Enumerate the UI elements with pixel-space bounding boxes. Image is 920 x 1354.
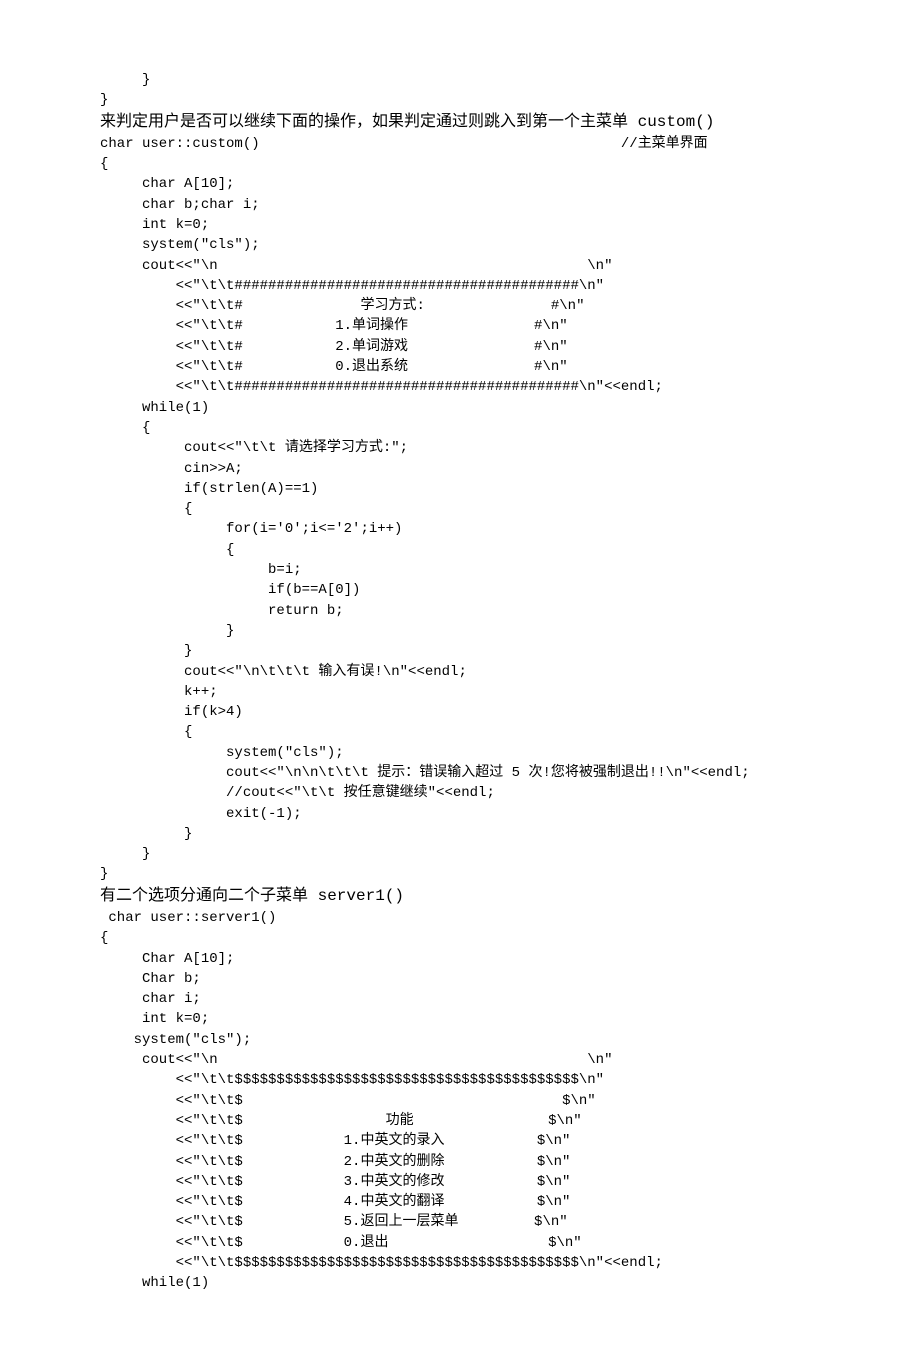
code-line: }	[100, 90, 820, 110]
code-line: <<"\t\t#################################…	[100, 276, 820, 296]
code-line: for(i='0';i<='2';i++)	[100, 519, 820, 539]
code-line: if(k>4)	[100, 702, 820, 722]
code-line: {	[100, 722, 820, 742]
code-line: {	[100, 928, 820, 948]
code-line: {	[100, 418, 820, 438]
code-line: {	[100, 499, 820, 519]
code-line: k++;	[100, 682, 820, 702]
code-line: cout<<"\n \n"	[100, 256, 820, 276]
code-line: char user::custom() //主菜单界面	[100, 134, 820, 154]
code-line: while(1)	[100, 398, 820, 418]
code-line: Char A[10];	[100, 949, 820, 969]
code-line: return b;	[100, 601, 820, 621]
code-line: }	[100, 864, 820, 884]
code-line: exit(-1);	[100, 804, 820, 824]
code-line: system("cls");	[100, 1030, 820, 1050]
code-line: //cout<<"\t\t 按任意键继续"<<endl;	[100, 783, 820, 803]
code-line: int k=0;	[100, 1009, 820, 1029]
code-line: }	[100, 824, 820, 844]
code-line: cout<<"\t\t 请选择学习方式:";	[100, 438, 820, 458]
code-line: <<"\t\t# 0.退出系统 #\n"	[100, 357, 820, 377]
code-line: Char b;	[100, 969, 820, 989]
code-line: char user::server1()	[100, 908, 820, 928]
section-heading: 有二个选项分通向二个子菜单 server1()	[100, 885, 820, 908]
code-line: <<"\t\t$$$$$$$$$$$$$$$$$$$$$$$$$$$$$$$$$…	[100, 1070, 820, 1090]
code-line: <<"\t\t# 1.单词操作 #\n"	[100, 316, 820, 336]
code-line: <<"\t\t$ 4.中英文的翻译 $\n"	[100, 1192, 820, 1212]
code-line: system("cls");	[100, 743, 820, 763]
code-line: if(strlen(A)==1)	[100, 479, 820, 499]
code-line: cin>>A;	[100, 459, 820, 479]
code-line: system("cls");	[100, 235, 820, 255]
code-line: <<"\t\t$ 5.返回上一层菜单 $\n"	[100, 1212, 820, 1232]
code-line: }	[100, 621, 820, 641]
code-line: int k=0;	[100, 215, 820, 235]
code-line: if(b==A[0])	[100, 580, 820, 600]
code-line: {	[100, 154, 820, 174]
code-line: <<"\t\t$ 2.中英文的删除 $\n"	[100, 1152, 820, 1172]
code-line: while(1)	[100, 1273, 820, 1293]
code-line: cout<<"\n\n\t\t\t 提示：错误输入超过 5 次!您将被强制退出!…	[100, 763, 820, 783]
code-line: <<"\t\t$ 1.中英文的录入 $\n"	[100, 1131, 820, 1151]
code-line: }	[100, 70, 820, 90]
code-line: cout<<"\n\t\t\t 输入有误!\n"<<endl;	[100, 662, 820, 682]
code-line: <<"\t\t$ 0.退出 $\n"	[100, 1233, 820, 1253]
code-line: <<"\t\t$ 3.中英文的修改 $\n"	[100, 1172, 820, 1192]
code-line: char i;	[100, 989, 820, 1009]
section-heading: 来判定用户是否可以继续下面的操作，如果判定通过则跳入到第一个主菜单 custom…	[100, 111, 820, 134]
code-line: b=i;	[100, 560, 820, 580]
code-line: char A[10];	[100, 174, 820, 194]
code-line: <<"\t\t$$$$$$$$$$$$$$$$$$$$$$$$$$$$$$$$$…	[100, 1253, 820, 1273]
code-line: <<"\t\t$ 功能 $\n"	[100, 1111, 820, 1131]
code-line: <<"\t\t# 学习方式: #\n"	[100, 296, 820, 316]
code-line: <<"\t\t# 2.单词游戏 #\n"	[100, 337, 820, 357]
code-line: <<"\t\t$ $\n"	[100, 1091, 820, 1111]
code-line: }	[100, 844, 820, 864]
code-line: <<"\t\t#################################…	[100, 377, 820, 397]
code-line: }	[100, 641, 820, 661]
code-line: cout<<"\n \n"	[100, 1050, 820, 1070]
code-line: char b;char i;	[100, 195, 820, 215]
code-line: {	[100, 540, 820, 560]
